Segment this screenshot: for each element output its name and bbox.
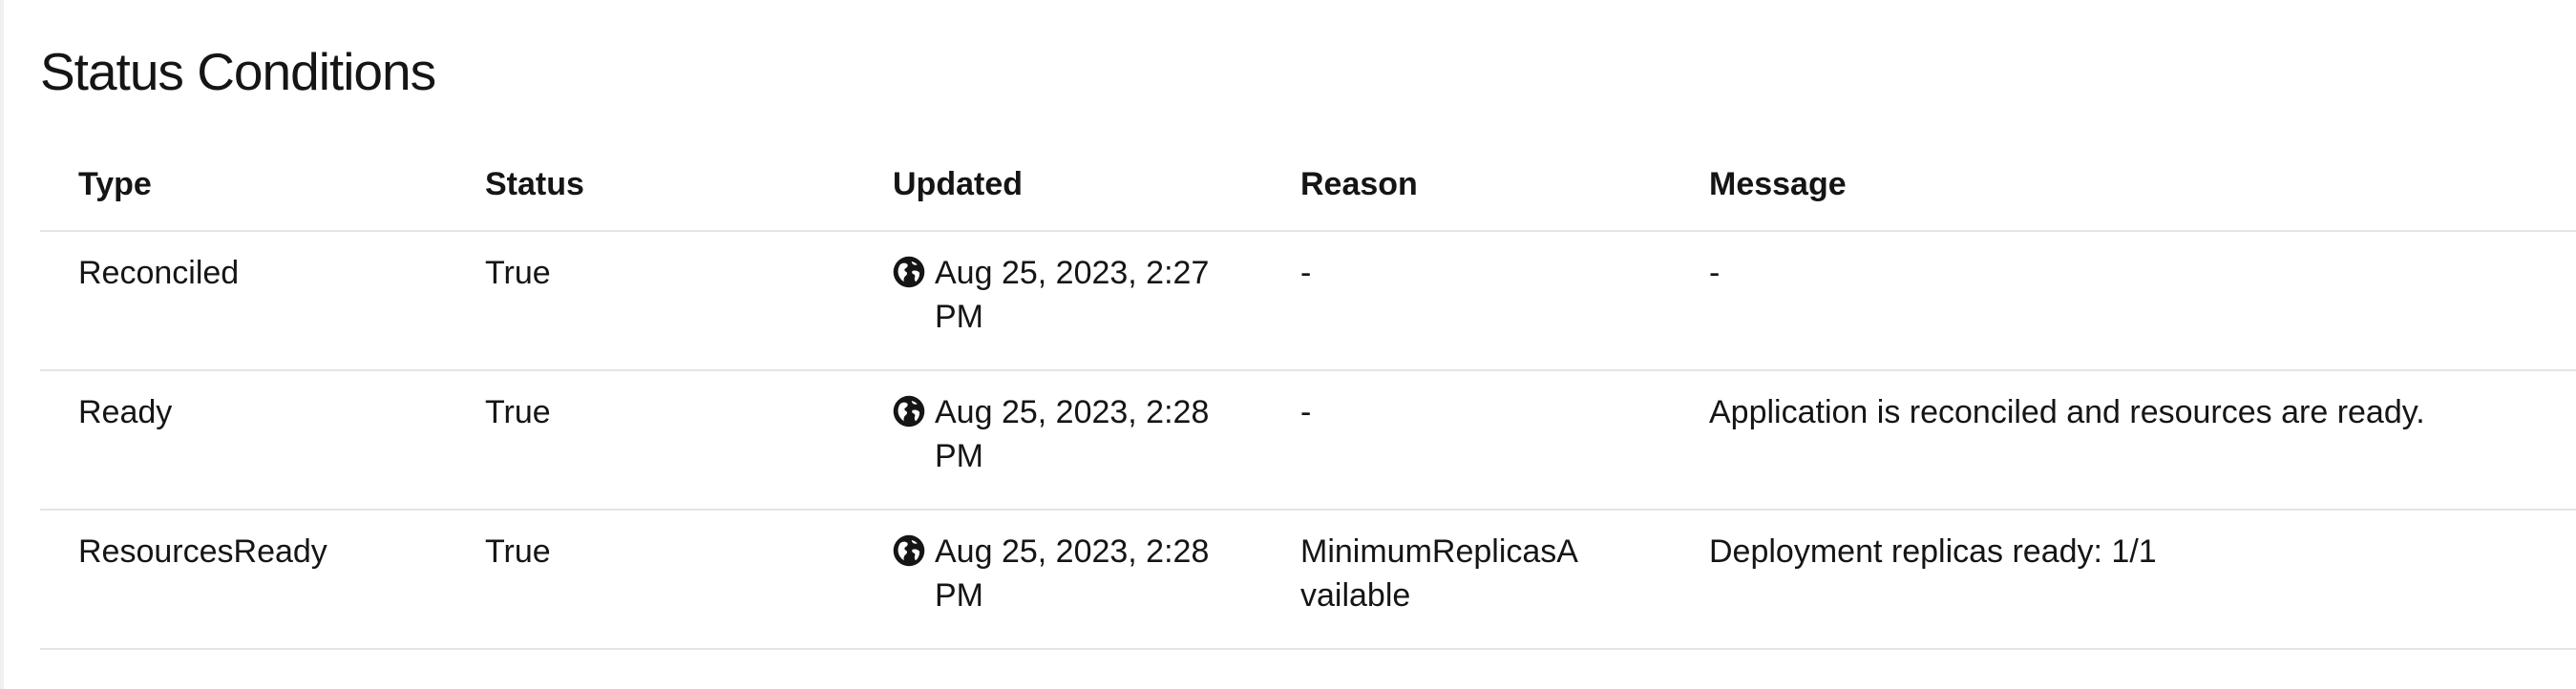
cell-message: Application is reconciled and resources … bbox=[1671, 370, 2576, 511]
timestamp: Aug 25, 2023, 2:27 PM bbox=[893, 251, 1236, 339]
cell-updated: Aug 25, 2023, 2:28 PM bbox=[855, 510, 1262, 650]
column-header-message: Message bbox=[1671, 143, 2576, 232]
reason-text: MinimumReplicasAvailable bbox=[1300, 533, 1578, 614]
table-row: Ready True Aug 25, 2023, 2:28 PM - Appli… bbox=[40, 370, 2576, 511]
cell-type: ResourcesReady bbox=[40, 510, 447, 650]
table-row: Reconciled True Aug 25, 2023, 2:27 PM - bbox=[40, 231, 2576, 371]
reason-text: - bbox=[1300, 394, 1312, 430]
cell-message: - bbox=[1671, 231, 2576, 371]
cell-status: True bbox=[447, 510, 855, 650]
timestamp-text: Aug 25, 2023, 2:28 PM bbox=[935, 533, 1210, 614]
globe-icon bbox=[893, 395, 925, 428]
cell-status: True bbox=[447, 370, 855, 511]
column-header-type: Type bbox=[40, 143, 447, 232]
table-header: Type Status Updated Reason Message bbox=[40, 143, 2576, 232]
status-conditions-table: Type Status Updated Reason Message Recon… bbox=[40, 143, 2576, 650]
table-body: Reconciled True Aug 25, 2023, 2:27 PM - bbox=[40, 231, 2576, 650]
cell-reason: - bbox=[1262, 231, 1671, 371]
reason-text: - bbox=[1300, 255, 1312, 291]
globe-icon bbox=[893, 534, 925, 567]
page-left-edge bbox=[0, 0, 4, 689]
timestamp: Aug 25, 2023, 2:28 PM bbox=[893, 390, 1236, 478]
column-header-updated: Updated bbox=[855, 143, 1262, 232]
cell-updated: Aug 25, 2023, 2:27 PM bbox=[855, 231, 1262, 371]
cell-status: True bbox=[447, 231, 855, 371]
column-header-reason: Reason bbox=[1262, 143, 1671, 232]
table-row: ResourcesReady True Aug 25, 2023, 2:28 P… bbox=[40, 510, 2576, 650]
column-header-status: Status bbox=[447, 143, 855, 232]
table-header-row: Type Status Updated Reason Message bbox=[40, 143, 2576, 232]
timestamp-text: Aug 25, 2023, 2:27 PM bbox=[935, 255, 1210, 335]
cell-type: Ready bbox=[40, 370, 447, 511]
timestamp-text: Aug 25, 2023, 2:28 PM bbox=[935, 394, 1210, 474]
cell-reason: MinimumReplicasAvailable bbox=[1262, 510, 1671, 650]
cell-updated: Aug 25, 2023, 2:28 PM bbox=[855, 370, 1262, 511]
section-title: Status Conditions bbox=[40, 42, 436, 101]
cell-reason: - bbox=[1262, 370, 1671, 511]
globe-icon bbox=[893, 256, 925, 288]
timestamp: Aug 25, 2023, 2:28 PM bbox=[893, 530, 1236, 617]
cell-message: Deployment replicas ready: 1/1 bbox=[1671, 510, 2576, 650]
cell-type: Reconciled bbox=[40, 231, 447, 371]
